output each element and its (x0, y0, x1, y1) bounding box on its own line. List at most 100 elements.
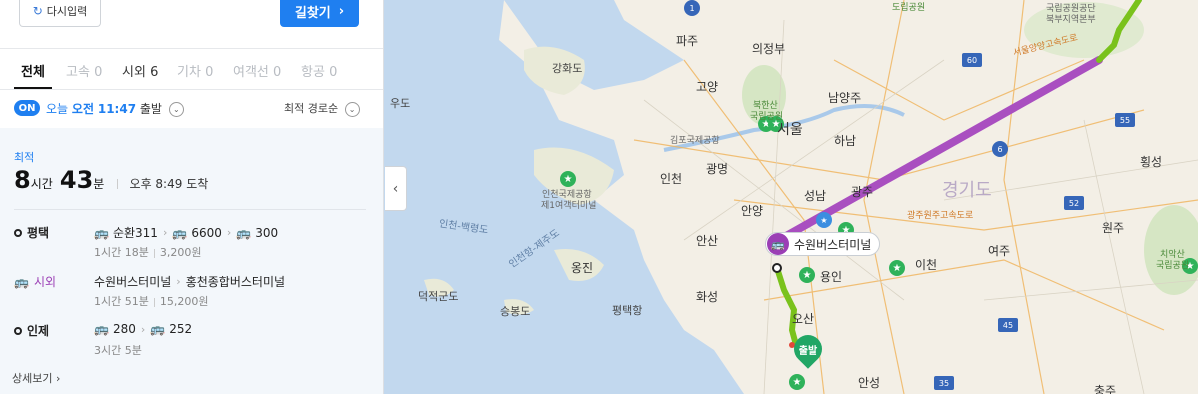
map-label-bukhansan-park: 국립공원 (750, 112, 784, 122)
tab-train[interactable]: 기차 0 (177, 61, 213, 80)
tab-express[interactable]: 고속 0 (66, 61, 102, 80)
highway-45-icon: 45 (998, 318, 1018, 332)
tab-count: 0 (329, 65, 338, 80)
map-label-pyeongtaekport: 평택항 (612, 304, 643, 317)
detail-link[interactable]: 상세보기 › (12, 370, 60, 386)
landmark-star-icon: ★ (560, 171, 576, 187)
divider (117, 178, 119, 189)
tab-air[interactable]: 항공 0 (301, 61, 337, 80)
total-duration: 8시간 43분 오후 8:49 도착 (14, 166, 208, 194)
tab-label: 여객선 (233, 65, 269, 80)
terminal-marker-text: 수원버스터미널 (794, 237, 872, 252)
tab-ferry[interactable]: 여객선 0 (233, 61, 281, 80)
highway-60-icon: 60 (962, 53, 982, 67)
map-label-ansan: 안산 (696, 234, 719, 248)
search-route-button[interactable]: 길찾기 › (280, 0, 359, 27)
leg-duration: 3시간 5분 (94, 344, 142, 357)
landmark-star-icon: ★ (816, 212, 832, 228)
map-label-anseong: 안성 (858, 376, 881, 390)
route-panel: ↻ 다시입력 길찾기 › 전체 고속 0 시외 6 기차 0 여객선 0 항공 (0, 0, 384, 394)
map-label-uijeongbu: 의정부 (752, 42, 786, 56)
hours-unit: 시간 (30, 177, 53, 191)
leg-routes: 🚌 280 › 🚌 252 (94, 322, 192, 336)
route-number: 252 (169, 322, 193, 336)
route-result-card[interactable]: 최적 8시간 43분 오후 8:49 도착 평택 🚌 순환311 › 🚌 660… (0, 128, 383, 394)
highway-6-icon: 6 (992, 141, 1008, 157)
tab-label: 고속 (66, 65, 90, 80)
departure-time-selector[interactable]: 오늘 오전 11:47 출발 ⌄ (46, 100, 184, 117)
map-label-yeoju: 여주 (988, 244, 1011, 258)
transport-tabs: 전체 고속 0 시외 6 기차 0 여객선 0 항공 0 (0, 49, 383, 90)
map-label-osan: 오산 (792, 312, 815, 326)
map-label-seongnam: 성남 (804, 189, 827, 203)
sort-selector[interactable]: 최적 경로순 ⌄ (284, 100, 360, 117)
duration-hours: 8 (14, 166, 31, 194)
tab-intercity[interactable]: 시외 6 (122, 61, 158, 80)
departure-suffix: 출발 (139, 102, 162, 116)
minutes-unit: 분 (93, 177, 105, 191)
highway-35-icon: 35 (934, 376, 954, 390)
on-badge[interactable]: ON (14, 100, 40, 116)
landmark-star-icon: ★ (789, 374, 805, 390)
tab-label: 전체 (21, 65, 45, 80)
map-label-hwaseong: 화성 (696, 290, 719, 304)
chevron-down-icon: ⌄ (168, 102, 184, 117)
leg-routes: 🚌 순환311 › 🚌 6600 › 🚌 300 (94, 224, 278, 241)
terminal-name: 수원버스터미널 (94, 275, 172, 289)
map-label-yongjin: 옹진 (571, 261, 594, 275)
leg-info: 3시간 5분 (94, 342, 142, 358)
search-label: 길찾기 (294, 5, 331, 21)
map-label-hanam: 하남 (834, 134, 857, 148)
leg-name: 평택 (14, 224, 49, 241)
tab-label: 시외 (122, 65, 146, 80)
chevron-right-icon: › (338, 3, 345, 19)
route-number: 순환311 (112, 226, 158, 240)
landmark-star-icon: ★ (799, 267, 815, 283)
collapse-panel-button[interactable]: ‹ (385, 166, 407, 211)
tab-all[interactable]: 전체 (21, 61, 45, 80)
bus-icon: 🚌 (150, 322, 166, 336)
arrival-time: 오후 8:49 도착 (129, 177, 209, 191)
bus-terminal-icon[interactable]: 🚌 (767, 233, 789, 255)
tab-label: 항공 (301, 65, 325, 80)
map-label-gwangmyeong: 광명 (706, 162, 729, 176)
map-label-paju: 파주 (676, 34, 699, 48)
leg-name: 🚌 시외 (14, 273, 56, 290)
map-label-gwangju-wonju-expressway: 광주원주고속도로 (907, 211, 974, 221)
map-label-seunghwangdo: 승봉도 (500, 305, 531, 318)
map-label-national-park-north: 북부지역본부 (1046, 15, 1096, 25)
start-marker-label: 출발 (798, 346, 818, 357)
divider (153, 248, 155, 258)
leg-fare: 3,200원 (159, 246, 202, 259)
map-label-ganghwado: 강화도 (552, 62, 583, 75)
map-label-deokjeokgundo: 덕적군도 (418, 290, 459, 303)
map-view[interactable]: ★ ★ ★ ★ ★ ★ ★ ★ ★ 1 60 55 6 52 45 35 파주 … (384, 0, 1198, 394)
map-label-chungju: 충주 (1094, 384, 1117, 394)
departure-ampm: 오전 (71, 102, 95, 116)
route-number: 280 (112, 322, 136, 336)
leg-name-text: 평택 (27, 226, 50, 240)
chevron-left-icon: ‹ (392, 180, 399, 197)
map-label-seoul: 서울 (777, 122, 803, 138)
bus-icon: 🚌 (236, 225, 252, 240)
chevron-right-icon: › (176, 275, 181, 288)
detail-link-label: 상세보기 (12, 372, 53, 385)
waypoint-dot-icon (14, 228, 22, 237)
map-label-anyang: 안양 (741, 204, 764, 218)
active-tab-indicator (14, 87, 52, 89)
reset-button[interactable]: ↻ 다시입력 (19, 0, 101, 27)
departure-day: 오늘 (46, 102, 69, 116)
leg-routes: 수원버스터미널 › 홍천종합버스터미널 (94, 273, 285, 290)
bus-icon: 🚌 (94, 225, 109, 240)
map-label-gwangju: 광주 (851, 185, 874, 199)
leg-duration: 1시간 18분 (94, 246, 149, 259)
tab-count: 0 (273, 65, 282, 80)
map-label-incheon: 인천 (660, 172, 683, 186)
chevron-right-icon: › (55, 372, 61, 385)
tab-label: 기차 (177, 65, 201, 80)
map-label-icheon: 이천 (915, 258, 938, 272)
route-number: 300 (255, 225, 279, 240)
leg-name-text: 인제 (27, 324, 50, 338)
leg-fare: 15,200원 (159, 295, 209, 308)
tab-count: 0 (205, 65, 214, 80)
